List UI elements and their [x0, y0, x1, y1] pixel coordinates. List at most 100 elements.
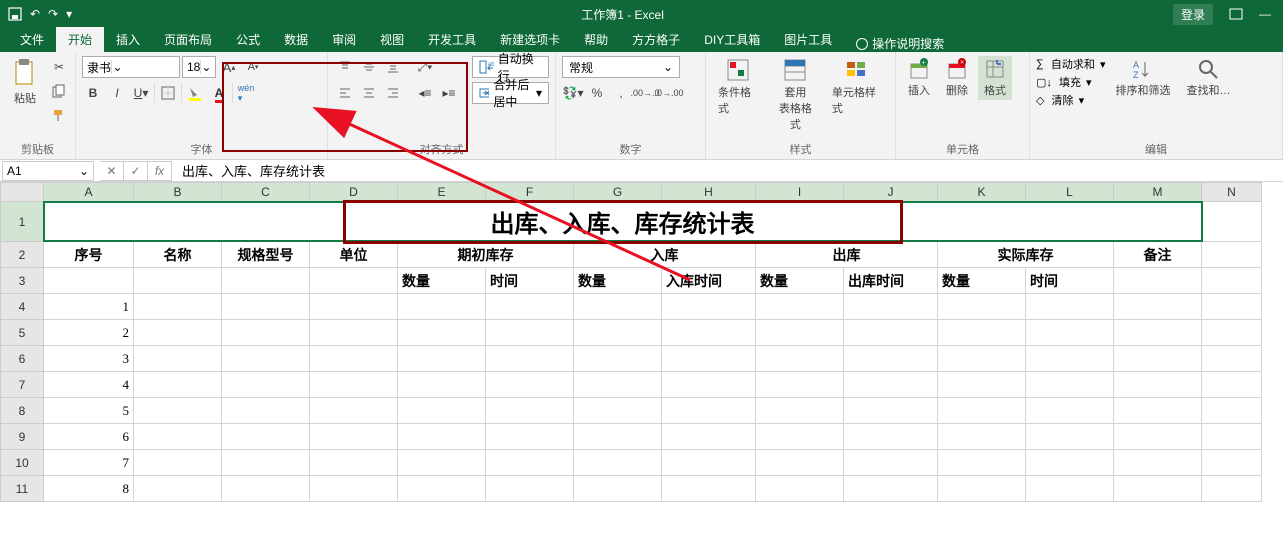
cell[interactable] — [1202, 268, 1262, 294]
cell[interactable] — [398, 346, 486, 372]
cell[interactable]: 数量 — [756, 268, 844, 294]
cell[interactable] — [756, 346, 844, 372]
cell[interactable] — [134, 346, 222, 372]
fx-button[interactable]: fx — [148, 161, 172, 181]
merge-center-button[interactable]: 合并后居中 ▾ — [472, 82, 549, 104]
cell[interactable]: 期初库存 — [398, 242, 574, 268]
row-header[interactable]: 8 — [0, 398, 44, 424]
increase-decimal-button[interactable]: .00→.0 — [634, 82, 656, 104]
cell[interactable] — [662, 346, 756, 372]
chevron-down-icon[interactable]: ⌄ — [111, 60, 123, 74]
cell[interactable] — [844, 346, 938, 372]
format-cells-button[interactable]: 格式 — [978, 56, 1012, 100]
tab-dev[interactable]: 开发工具 — [416, 27, 488, 52]
name-box[interactable]: A1⌄ — [2, 161, 94, 181]
tab-layout[interactable]: 页面布局 — [152, 27, 224, 52]
cell[interactable] — [134, 320, 222, 346]
cell[interactable] — [486, 476, 574, 502]
cell[interactable] — [222, 476, 310, 502]
cell[interactable] — [1026, 450, 1114, 476]
cell[interactable] — [310, 294, 398, 320]
ribbon-display-icon[interactable] — [1229, 8, 1243, 20]
tab-view[interactable]: 视图 — [368, 27, 416, 52]
minimize-icon[interactable]: — — [1259, 7, 1271, 21]
cell[interactable]: 3 — [44, 346, 134, 372]
cell[interactable] — [222, 320, 310, 346]
cell[interactable] — [398, 476, 486, 502]
cell[interactable] — [574, 294, 662, 320]
cell[interactable]: 数量 — [574, 268, 662, 294]
cell[interactable] — [1202, 450, 1262, 476]
cell[interactable] — [1026, 346, 1114, 372]
cell[interactable] — [1026, 294, 1114, 320]
cell[interactable] — [134, 294, 222, 320]
cell[interactable] — [938, 346, 1026, 372]
cell[interactable] — [134, 450, 222, 476]
orientation-button[interactable]: ⤢▾ — [414, 56, 436, 78]
tab-pic[interactable]: 图片工具 — [772, 27, 844, 52]
tab-review[interactable]: 审阅 — [320, 27, 368, 52]
row-header[interactable]: 4 — [0, 294, 44, 320]
cell[interactable] — [662, 294, 756, 320]
cell[interactable] — [486, 450, 574, 476]
cell[interactable] — [398, 398, 486, 424]
cell[interactable] — [938, 320, 1026, 346]
cell[interactable] — [1026, 372, 1114, 398]
tab-home[interactable]: 开始 — [56, 27, 104, 52]
cell[interactable] — [938, 476, 1026, 502]
enter-formula-button[interactable]: ✓ — [124, 161, 148, 181]
sort-filter-button[interactable]: AZ 排序和筛选 — [1109, 56, 1176, 100]
tab-diy[interactable]: DIY工具箱 — [692, 27, 772, 52]
cell[interactable] — [486, 424, 574, 450]
cell[interactable] — [574, 450, 662, 476]
cell[interactable]: 时间 — [486, 268, 574, 294]
cell[interactable]: 数量 — [938, 268, 1026, 294]
cell[interactable] — [486, 294, 574, 320]
cell[interactable] — [662, 476, 756, 502]
select-all-corner[interactable] — [0, 182, 44, 202]
cell[interactable] — [756, 424, 844, 450]
cell[interactable] — [1026, 320, 1114, 346]
decrease-indent-button[interactable]: ◂≡ — [414, 82, 436, 104]
col-header[interactable]: H — [662, 182, 756, 202]
col-header[interactable]: F — [486, 182, 574, 202]
formula-content[interactable]: 出库、入库、库存统计表 — [172, 161, 1283, 180]
chevron-down-icon[interactable]: ⌄ — [79, 164, 89, 178]
cell[interactable] — [1114, 372, 1202, 398]
cell[interactable] — [398, 450, 486, 476]
cell[interactable] — [222, 424, 310, 450]
font-name-select[interactable]: 隶书⌄ — [82, 56, 180, 78]
cell[interactable] — [310, 268, 398, 294]
cell[interactable] — [844, 450, 938, 476]
cell[interactable]: 单位 — [310, 242, 398, 268]
cell[interactable] — [398, 294, 486, 320]
cell[interactable] — [1114, 424, 1202, 450]
table-format-button[interactable]: 套用 表格格式 — [769, 56, 822, 134]
percent-button[interactable]: % — [586, 82, 608, 104]
col-header[interactable]: B — [134, 182, 222, 202]
cell[interactable] — [222, 268, 310, 294]
row-header[interactable]: 6 — [0, 346, 44, 372]
cell[interactable]: 2 — [44, 320, 134, 346]
col-header[interactable]: D — [310, 182, 398, 202]
cell[interactable] — [310, 372, 398, 398]
row-header[interactable]: 9 — [0, 424, 44, 450]
comma-button[interactable]: , — [610, 82, 632, 104]
cell[interactable]: 序号 — [44, 242, 134, 268]
cell[interactable] — [1114, 398, 1202, 424]
align-left-button[interactable] — [334, 82, 356, 104]
tab-newtab[interactable]: 新建选项卡 — [488, 27, 572, 52]
cell[interactable] — [756, 294, 844, 320]
login-button[interactable]: 登录 — [1173, 4, 1213, 25]
cell[interactable]: 出库时间 — [844, 268, 938, 294]
cell[interactable] — [844, 372, 938, 398]
chevron-down-icon[interactable]: ▾ — [536, 86, 542, 100]
cell[interactable]: 备注 — [1114, 242, 1202, 268]
col-header[interactable]: I — [756, 182, 844, 202]
undo-icon[interactable]: ↶ — [30, 7, 40, 21]
col-header[interactable]: M — [1114, 182, 1202, 202]
align-top-button[interactable] — [334, 56, 356, 78]
align-middle-button[interactable] — [358, 56, 380, 78]
cancel-formula-button[interactable]: ✕ — [100, 161, 124, 181]
redo-icon[interactable]: ↷ — [48, 7, 58, 21]
